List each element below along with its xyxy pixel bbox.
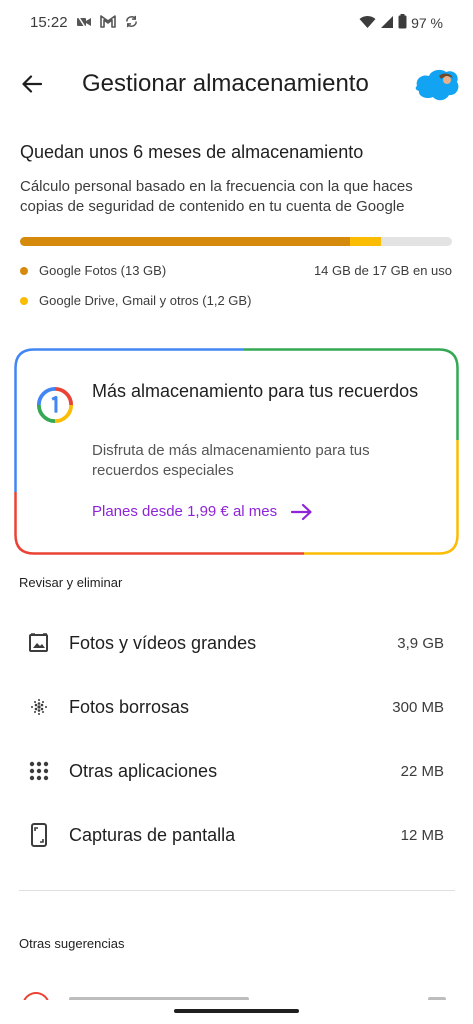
storage-usage-bar	[20, 237, 452, 246]
screenshot-icon	[27, 823, 51, 847]
home-indicator[interactable]	[174, 1009, 299, 1013]
gmail-icon	[100, 15, 116, 31]
review-item-label: Fotos y vídeos grandes	[69, 632, 257, 653]
review-item-size: 3,9 GB	[397, 634, 444, 652]
page-title: Gestionar almacenamiento	[82, 70, 369, 97]
battery-percent: 97 %	[411, 15, 443, 31]
plans-link-label: Planes desde 1,99 € al mes	[92, 503, 278, 520]
signal-icon	[380, 15, 394, 32]
promo-description: Disfruta de más almacenamiento para tus …	[92, 442, 370, 479]
wifi-icon	[359, 15, 376, 32]
battery-icon	[398, 14, 407, 32]
review-item-large-photos[interactable]: Fotos y vídeos grandes 3,9 GB	[0, 611, 473, 675]
status-notification-icons	[76, 14, 139, 32]
status-time: 15:22	[30, 14, 68, 31]
storage-estimate-heading: Quedan unos 6 meses de almacenamiento	[20, 142, 364, 162]
missed-video-call-icon	[76, 15, 92, 32]
account-avatar[interactable]	[413, 66, 461, 102]
plans-link[interactable]: Planes desde 1,99 € al mes	[92, 502, 313, 522]
review-item-size: 300 MB	[392, 698, 444, 716]
google-one-promo-card[interactable]: Más almacenamiento para tus recuerdos Di…	[14, 348, 459, 555]
review-item-label: Fotos borrosas	[69, 696, 190, 717]
google-one-logo-icon	[36, 386, 74, 424]
promo-title: Más almacenamiento para tus recuerdos	[92, 381, 419, 401]
review-item-blurry-photos[interactable]: Fotos borrosas 300 MB	[0, 675, 473, 739]
review-item-screenshots[interactable]: Capturas de pantalla 12 MB	[0, 803, 473, 867]
blurry-photos-icon	[27, 695, 51, 719]
review-item-label: Otras aplicaciones	[69, 760, 218, 781]
review-section-header: Revisar y eliminar	[19, 575, 123, 590]
storage-estimate-description: Cálculo personal basado en la frecuencia…	[20, 178, 413, 215]
arrow-back-icon	[22, 75, 42, 93]
review-item-other-apps[interactable]: Otras aplicaciones 22 MB	[0, 739, 473, 803]
legend-dot-photos	[20, 266, 28, 275]
app-bar: Gestionar almacenamiento	[0, 60, 473, 108]
review-item-size: 12 MB	[400, 826, 444, 844]
sync-icon	[124, 14, 139, 32]
back-button[interactable]	[16, 68, 48, 100]
large-photos-icon	[27, 631, 51, 655]
suggestions-section-header: Otras sugerencias	[19, 936, 125, 951]
review-item-size: 22 MB	[400, 762, 444, 780]
section-divider	[19, 890, 455, 891]
status-bar: 15:22 97 %	[0, 0, 473, 46]
legend-label-photos: Google Fotos (13 GB)	[39, 263, 167, 278]
status-system-icons: 97 %	[359, 14, 443, 32]
arrow-forward-icon	[291, 503, 312, 521]
legend-label-drive: Google Drive, Gmail y otros (1,2 GB)	[39, 293, 252, 308]
legend-photos: Google Fotos (13 GB) 14 GB de 17 GB en u…	[20, 263, 452, 278]
legend-drive: Google Drive, Gmail y otros (1,2 GB)	[20, 293, 452, 308]
apps-grid-icon	[27, 759, 51, 783]
suggestion-row-partial[interactable]	[0, 988, 473, 1000]
review-item-label: Capturas de pantalla	[69, 824, 236, 845]
storage-summary: Quedan unos 6 meses de almacenamiento Cá…	[20, 140, 455, 308]
storage-usage-text: 14 GB de 17 GB en uso	[313, 263, 452, 278]
legend-dot-drive	[20, 296, 28, 305]
storage-bar-photos-segment	[20, 237, 351, 246]
storage-bar-drive-segment	[350, 237, 381, 246]
